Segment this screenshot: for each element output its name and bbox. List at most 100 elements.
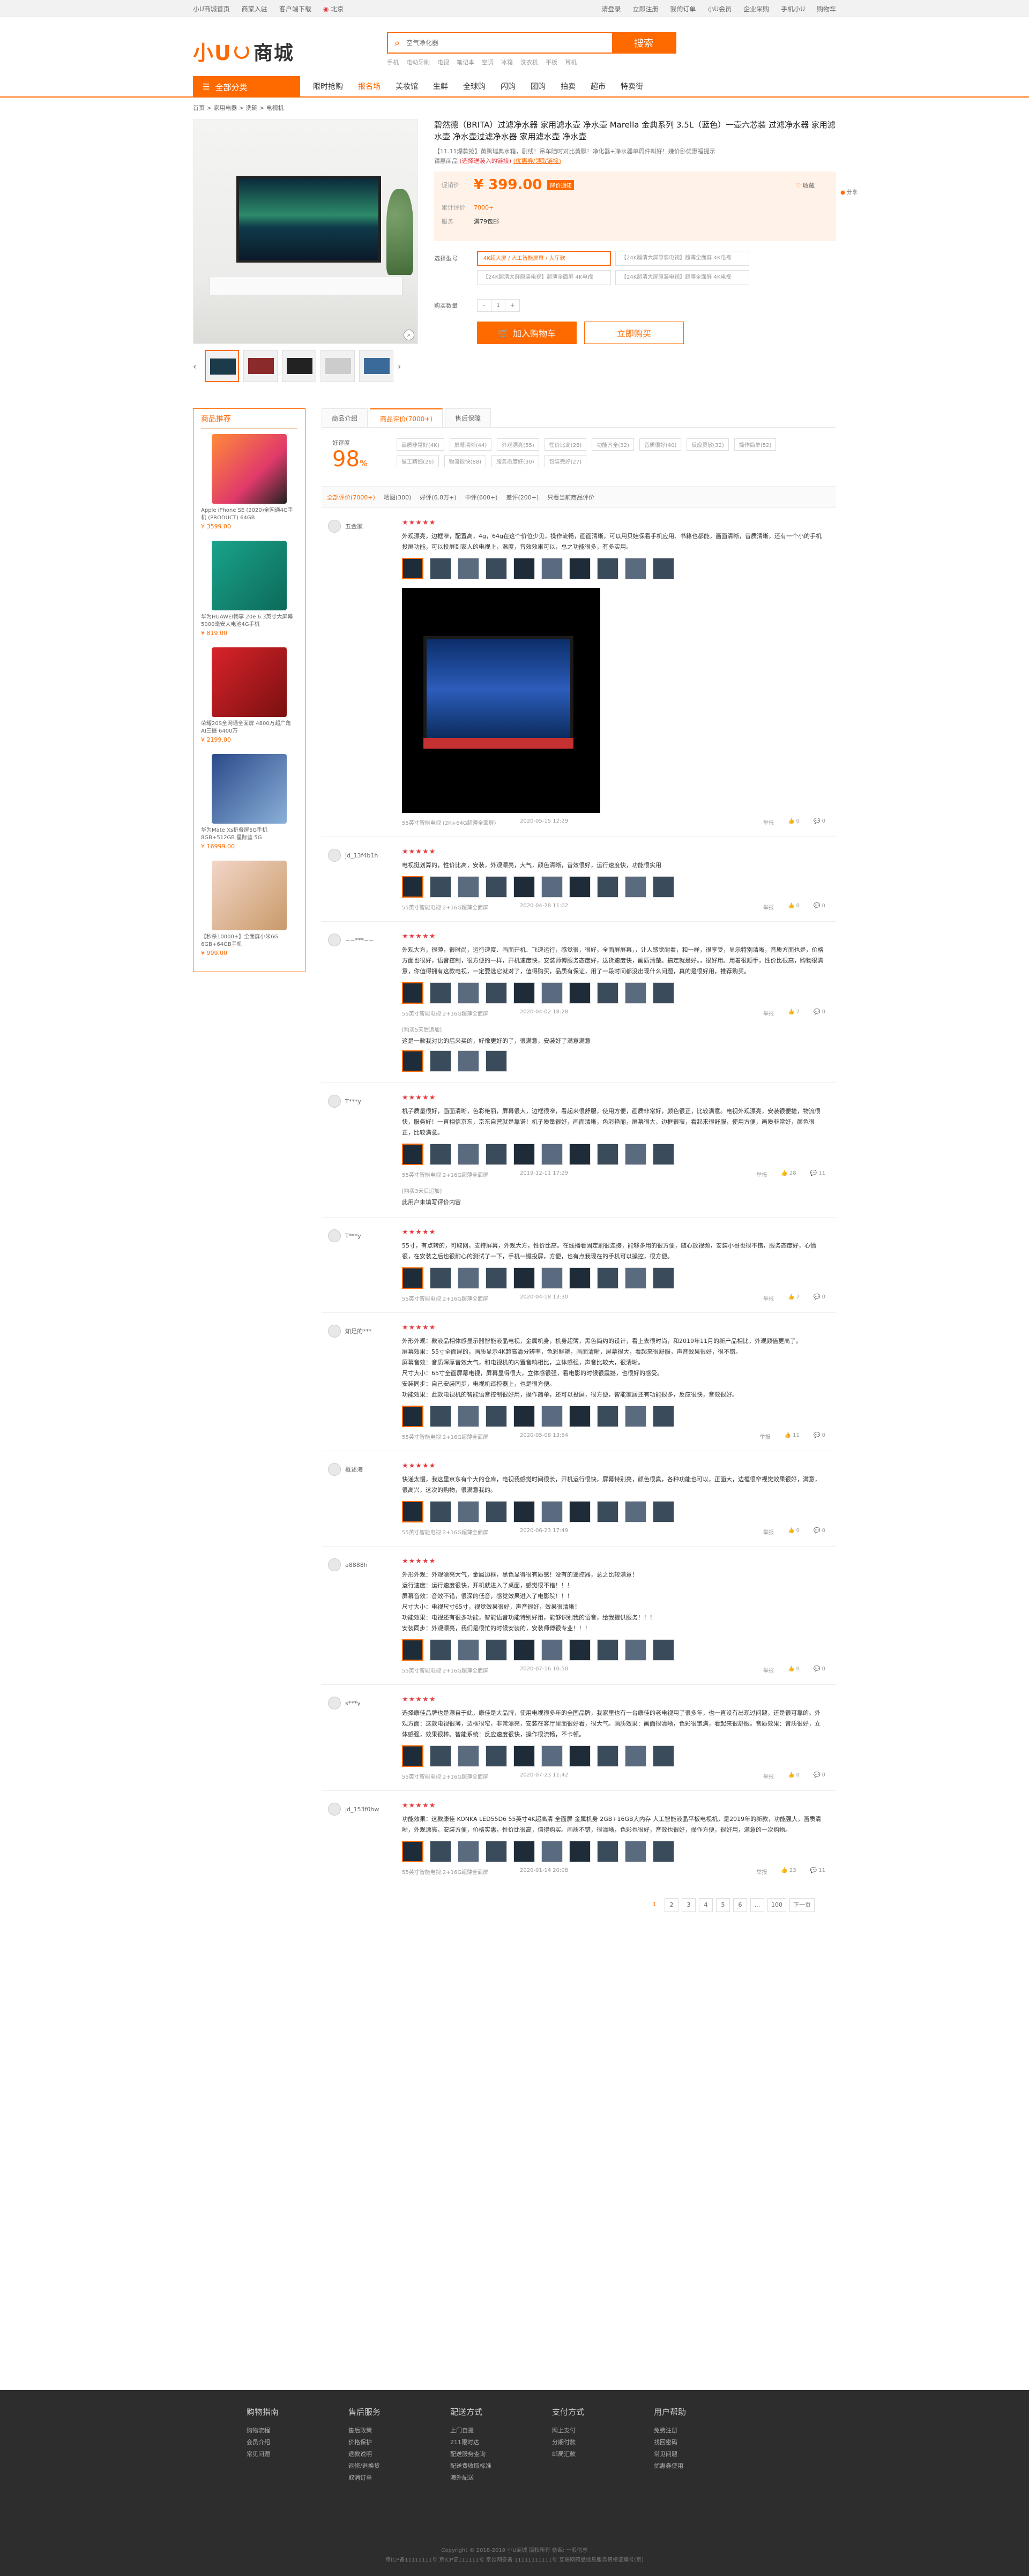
review-thumbnail[interactable] xyxy=(430,982,451,1004)
recommend-image[interactable] xyxy=(212,754,287,824)
hot-word[interactable]: 电视 xyxy=(437,58,449,66)
review-thumbnail[interactable] xyxy=(402,982,423,1004)
topbar-link[interactable]: 小U商城首页 xyxy=(193,4,230,13)
footer-link[interactable]: 配送服务查询 xyxy=(450,2448,552,2460)
comment-button[interactable]: 💬 11 xyxy=(810,1868,825,1876)
review-thumbnail[interactable] xyxy=(625,1406,646,1427)
impression-tag[interactable]: 功能齐全(32) xyxy=(592,438,634,451)
avatar[interactable] xyxy=(328,1558,341,1571)
review-thumbnail[interactable] xyxy=(625,1267,646,1289)
avatar[interactable] xyxy=(328,1229,341,1242)
review-thumbnail[interactable] xyxy=(486,1267,507,1289)
recommend-item[interactable]: 华为Mate Xs折叠屏5G手机 8GB+512GB 星际蓝 5G ¥ 16999… xyxy=(201,754,297,850)
share-button[interactable]: ● 分享 xyxy=(840,188,857,196)
review-filter[interactable]: 中评(600+) xyxy=(465,493,498,502)
topbar-link[interactable]: 手机小U xyxy=(781,4,805,13)
review-thumbnail[interactable] xyxy=(653,982,674,1004)
review-thumbnail[interactable] xyxy=(402,1501,423,1522)
nav-item[interactable]: 限时抢购 xyxy=(305,76,351,98)
review-thumbnail[interactable] xyxy=(541,982,563,1004)
footer-link[interactable]: 取消订单 xyxy=(348,2472,450,2484)
review-thumbnail[interactable] xyxy=(653,558,674,579)
review-thumbnail[interactable] xyxy=(625,1144,646,1165)
review-thumbnail[interactable] xyxy=(486,1501,507,1522)
footer-link[interactable]: 海外配送 xyxy=(450,2472,552,2484)
review-thumbnail[interactable] xyxy=(569,1841,591,1862)
report-button[interactable]: 举报 xyxy=(763,818,774,826)
footer-link[interactable]: 会员介绍 xyxy=(247,2437,348,2448)
review-thumbnail[interactable] xyxy=(430,1639,451,1661)
page-button[interactable]: 6 xyxy=(733,1898,747,1912)
hot-word[interactable]: 洗衣机 xyxy=(520,58,538,66)
comment-button[interactable]: 💬 11 xyxy=(810,1170,825,1178)
avatar[interactable] xyxy=(328,1463,341,1476)
recommend-name[interactable]: Apple iPhone SE (2020)全网通4G手机 (PRODUCT) … xyxy=(201,507,297,522)
topbar-link[interactable]: 客户端下载 xyxy=(279,4,311,13)
recommend-item[interactable]: 【秒杀10000+】全面屏小米6G 6GB+64GB手机 ¥ 999.00 xyxy=(201,861,297,957)
like-button[interactable]: 👍 0 xyxy=(788,1528,800,1536)
hot-word[interactable]: 手机 xyxy=(387,58,399,66)
review-thumbnail[interactable] xyxy=(569,982,591,1004)
review-thumbnail[interactable] xyxy=(597,1406,618,1427)
footer-link[interactable]: 退款说明 xyxy=(348,2448,450,2460)
review-thumbnail[interactable] xyxy=(486,1841,507,1862)
impression-tag[interactable]: 做工精细(26) xyxy=(397,455,439,467)
collect-button[interactable]: ♡ 收藏 xyxy=(796,181,815,190)
spec-option[interactable]: 【24K超清大屏原装电视】超薄全面屏 4K电视 xyxy=(477,270,611,285)
hot-word[interactable]: 耳机 xyxy=(565,58,577,66)
review-filter[interactable]: 全部评价(7000+) xyxy=(327,493,375,502)
comment-button[interactable]: 💬 0 xyxy=(814,1528,825,1536)
review-filter[interactable]: 好评(6.8万+) xyxy=(420,493,456,502)
review-thumbnail[interactable] xyxy=(625,982,646,1004)
review-thumbnail[interactable] xyxy=(458,982,479,1004)
review-thumbnail[interactable] xyxy=(430,1267,451,1289)
review-thumbnail[interactable] xyxy=(430,1050,451,1072)
report-button[interactable]: 举报 xyxy=(756,1868,767,1876)
qty-plus-button[interactable]: + xyxy=(505,300,519,311)
location-selector[interactable]: ◉ 北京 xyxy=(323,4,344,13)
site-logo[interactable]: 小U 商城 xyxy=(193,36,294,66)
review-thumbnail[interactable] xyxy=(513,1406,535,1427)
review-thumbnail[interactable] xyxy=(625,876,646,898)
review-thumbnail[interactable] xyxy=(430,1841,451,1862)
review-thumbnail[interactable] xyxy=(486,1050,507,1072)
review-thumbnail[interactable] xyxy=(541,1144,563,1165)
hot-word[interactable]: 平板 xyxy=(546,58,557,66)
recommend-item[interactable]: 华为HUAWEI畅享 20e 6.3英寸大屏幕 5000毫安大电池4G手机 ¥ 8… xyxy=(201,541,297,637)
avatar[interactable] xyxy=(328,1697,341,1709)
report-button[interactable]: 举报 xyxy=(756,1170,767,1178)
avatar[interactable] xyxy=(328,934,341,946)
impression-tag[interactable]: 音质很好(40) xyxy=(639,438,682,451)
review-thumbnail[interactable] xyxy=(458,1639,479,1661)
impression-tag[interactable]: 反应灵敏(32) xyxy=(687,438,729,451)
review-thumbnail[interactable] xyxy=(653,1745,674,1767)
impression-tag[interactable]: 包装完好(27) xyxy=(544,455,587,467)
review-video[interactable] xyxy=(402,588,600,813)
review-thumbnail[interactable] xyxy=(458,1745,479,1767)
review-thumbnail[interactable] xyxy=(513,558,535,579)
report-button[interactable]: 举报 xyxy=(763,1009,774,1017)
review-thumbnail[interactable] xyxy=(653,876,674,898)
review-thumbnail[interactable] xyxy=(402,1841,423,1862)
buy-now-button[interactable]: 立即购买 xyxy=(584,322,684,344)
comment-button[interactable]: 💬 0 xyxy=(814,1666,825,1674)
page-button[interactable]: 100 xyxy=(767,1898,786,1912)
report-button[interactable]: 举报 xyxy=(763,1772,774,1780)
footer-link[interactable]: 优惠券使用 xyxy=(654,2460,756,2472)
review-thumbnail[interactable] xyxy=(597,982,618,1004)
thumbnail[interactable] xyxy=(282,350,316,382)
review-thumbnail[interactable] xyxy=(486,1144,507,1165)
review-thumbnail[interactable] xyxy=(458,1144,479,1165)
report-button[interactable]: 举报 xyxy=(760,1432,771,1440)
hot-word[interactable]: 空调 xyxy=(482,58,494,66)
review-thumbnail[interactable] xyxy=(513,1639,535,1661)
like-button[interactable]: 👍 23 xyxy=(781,1868,796,1876)
report-button[interactable]: 举报 xyxy=(763,903,774,911)
tab-0[interactable]: 商品介绍 xyxy=(322,408,368,427)
review-thumbnail[interactable] xyxy=(597,876,618,898)
footer-link[interactable]: 找回密码 xyxy=(654,2437,756,2448)
review-thumbnail[interactable] xyxy=(513,982,535,1004)
review-thumbnail[interactable] xyxy=(458,1267,479,1289)
review-thumbnail[interactable] xyxy=(653,1406,674,1427)
footer-link[interactable]: 上门自提 xyxy=(450,2425,552,2437)
